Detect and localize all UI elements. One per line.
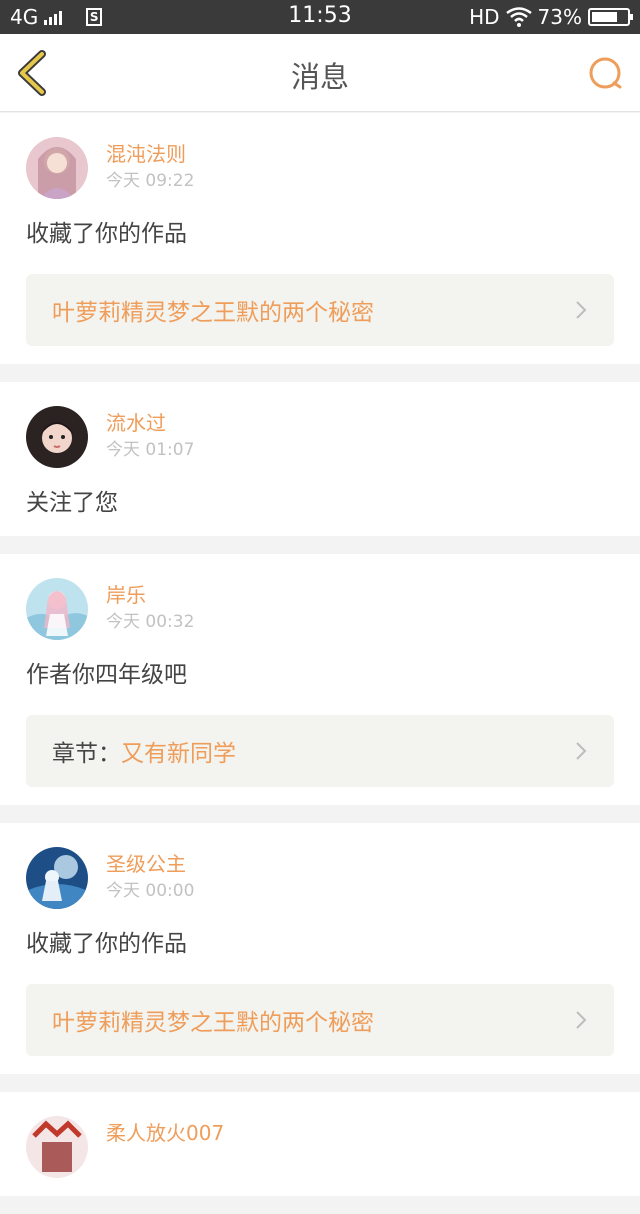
chapter-title: 又有新同学 [121, 741, 236, 767]
message-card[interactable]: 圣级公主 今天 00:00 收藏了你的作品 叶萝莉精灵梦之王默的两个秘密 [0, 823, 640, 1074]
work-title: 叶萝莉精灵梦之王默的两个秘密 [52, 1010, 374, 1036]
user-meta: 岸乐 今天 00:32 [106, 578, 194, 633]
avatar[interactable] [26, 847, 88, 909]
username[interactable]: 圣级公主 [106, 852, 194, 876]
hd-label: HD [469, 5, 500, 29]
chevron-right-icon [576, 301, 587, 319]
chapter-link[interactable]: 章节： 又有新同学 [26, 715, 614, 787]
page-title: 消息 [290, 60, 349, 94]
avatar-image [26, 137, 88, 199]
action-text: 作者你四年级吧 [26, 662, 187, 688]
username[interactable]: 混沌法则 [106, 142, 194, 166]
avatar-image [26, 406, 88, 468]
action-text: 收藏了你的作品 [26, 221, 187, 247]
avatar-image [26, 847, 88, 909]
timestamp: 今天 09:22 [106, 171, 195, 191]
message-card[interactable]: 混沌法则 今天 09:22 收藏了你的作品 叶萝莉精灵梦之王默的两个秘密 [0, 113, 640, 364]
avatar[interactable] [26, 578, 88, 640]
battery-level [592, 12, 617, 22]
chevron-right-icon [576, 1011, 587, 1029]
timestamp: 今天 00:32 [106, 612, 195, 632]
username[interactable]: 流水过 [106, 411, 194, 435]
avatar-image [26, 578, 88, 640]
battery-percent: 73% [537, 5, 582, 29]
message-header: 流水过 今天 01:07 [26, 406, 614, 468]
message-card[interactable]: 流水过 今天 01:07 关注了您 [0, 382, 640, 536]
timestamp: 今天 01:07 [106, 440, 195, 460]
action-text: 收藏了你的作品 [26, 931, 187, 957]
work-link[interactable]: 叶萝莉精灵梦之王默的两个秘密 [26, 984, 614, 1056]
user-meta: 混沌法则 今天 09:22 [106, 137, 194, 192]
avatar-image [26, 1116, 88, 1178]
message-header: 圣级公主 今天 00:00 [26, 847, 614, 909]
message-header: 混沌法则 今天 09:22 [26, 137, 614, 199]
back-button[interactable] [12, 50, 56, 96]
work-title: 叶萝莉精灵梦之王默的两个秘密 [52, 300, 374, 326]
battery-icon [588, 8, 633, 26]
wifi-icon [505, 7, 532, 27]
chevron-right-icon [576, 742, 587, 760]
user-meta: 圣级公主 今天 00:00 [106, 847, 194, 902]
timestamp: 今天 00:00 [106, 881, 195, 901]
chevron-left-icon [18, 50, 46, 96]
search-button[interactable] [586, 54, 626, 94]
message-card[interactable]: 柔人放火007 [0, 1092, 640, 1196]
message-header: 柔人放火007 [26, 1116, 614, 1178]
username[interactable]: 柔人放火007 [106, 1121, 224, 1145]
message-list: 混沌法则 今天 09:22 收藏了你的作品 叶萝莉精灵梦之王默的两个秘密 流水过… [0, 113, 640, 1214]
search-icon [589, 57, 622, 89]
message-card[interactable]: 岸乐 今天 00:32 作者你四年级吧 章节： 又有新同学 [0, 554, 640, 805]
work-link[interactable]: 叶萝莉精灵梦之王默的两个秘密 [26, 274, 614, 346]
status-bar: 4G S 11:53 HD 73% [0, 0, 640, 34]
avatar[interactable] [26, 1116, 88, 1178]
user-meta: 柔人放火007 [106, 1116, 224, 1145]
status-right: HD 73% [469, 3, 633, 31]
action-text: 关注了您 [26, 490, 118, 516]
header: 消息 [0, 34, 640, 112]
avatar[interactable] [26, 137, 88, 199]
user-meta: 流水过 今天 01:07 [106, 406, 194, 461]
avatar[interactable] [26, 406, 88, 468]
ref-label: 章节： [52, 741, 121, 767]
username[interactable]: 岸乐 [106, 583, 194, 607]
message-header: 岸乐 今天 00:32 [26, 578, 614, 640]
